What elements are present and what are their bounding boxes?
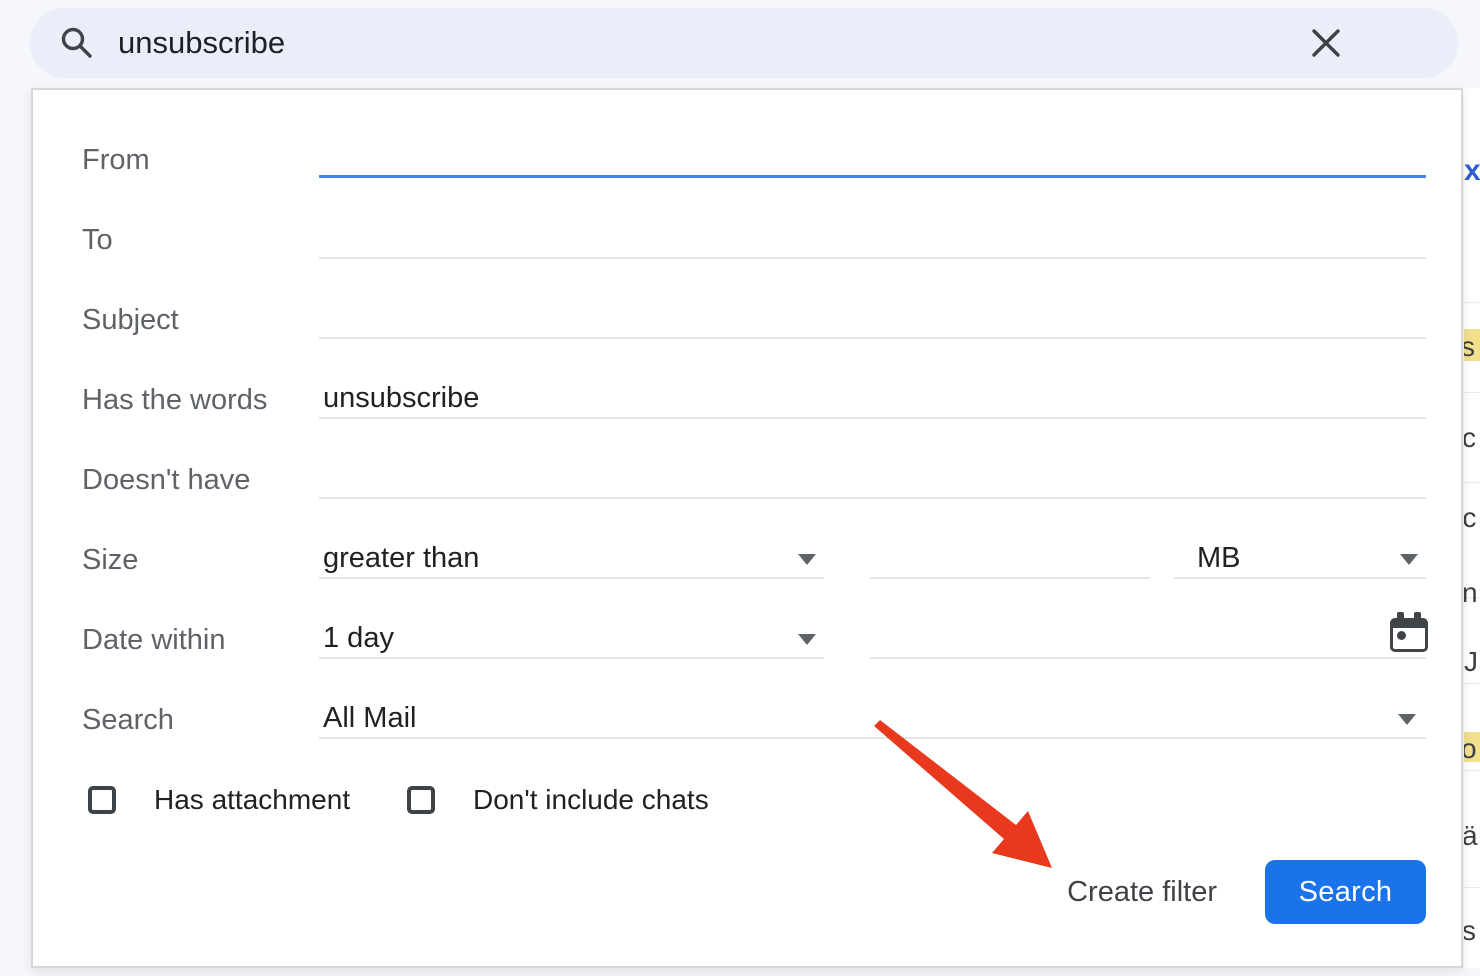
chevron-down-icon[interactable] [1400, 554, 1418, 565]
subject-label: Subject [82, 303, 179, 337]
background-fragment: 'c [1464, 502, 1476, 534]
row-divider [1464, 482, 1480, 483]
from-label: From [82, 143, 150, 177]
chevron-down-icon[interactable] [798, 554, 816, 565]
calendar-dot [1397, 631, 1406, 640]
row-divider [1464, 683, 1480, 684]
to-input[interactable] [319, 221, 1426, 259]
row-divider [1464, 302, 1480, 303]
row-divider [1464, 770, 1480, 771]
has-words-label: Has the words [82, 383, 267, 417]
search-query-text[interactable]: unsubscribe [118, 8, 285, 78]
background-fragment: s [1464, 915, 1476, 947]
background-fragment: c [1464, 422, 1476, 454]
search-button[interactable]: Search [1265, 860, 1426, 924]
search-scope-select[interactable]: All Mail [319, 701, 1426, 739]
background-fragment: s [1464, 331, 1475, 363]
size-unit-select[interactable]: MB [1174, 541, 1426, 579]
has-attachment-label: Has attachment [154, 783, 350, 817]
doesnt-have-input[interactable] [319, 461, 1426, 499]
date-range-select[interactable]: 1 day [319, 621, 824, 659]
calendar-icon[interactable] [1390, 618, 1428, 652]
exclude-chats-checkbox[interactable] [407, 786, 435, 814]
row-divider [1464, 887, 1480, 888]
doesnt-have-label: Doesn't have [82, 463, 250, 497]
size-label: Size [82, 543, 138, 577]
search-scope-label: Search [82, 703, 174, 737]
background-fragment: J [1464, 646, 1478, 678]
create-filter-button[interactable]: Create filter [1013, 874, 1217, 910]
search-bar[interactable]: unsubscribe [30, 8, 1458, 78]
search-icon [59, 25, 95, 61]
from-input[interactable] [319, 140, 1426, 178]
background-fragment: ä [1464, 820, 1478, 852]
subject-input[interactable] [319, 301, 1426, 339]
has-words-input[interactable] [319, 381, 1426, 419]
gmail-advanced-search-screen: x s c 'c n J o ä s unsubscribe From To S… [0, 0, 1480, 976]
close-icon[interactable] [1309, 26, 1343, 60]
chevron-down-icon[interactable] [1398, 714, 1416, 725]
to-label: To [82, 223, 113, 257]
date-input[interactable] [870, 621, 1426, 659]
date-within-label: Date within [82, 623, 225, 657]
exclude-chats-label: Don't include chats [473, 783, 709, 817]
chevron-down-icon[interactable] [798, 634, 816, 645]
background-fragment: x [1464, 154, 1480, 188]
size-amount-input[interactable] [870, 541, 1150, 579]
background-fragment: o [1464, 733, 1477, 765]
background-fragment: n [1464, 577, 1478, 609]
size-operator-select[interactable]: greater than [319, 541, 824, 579]
advanced-search-dialog: From To Subject Has the words Doesn't ha… [31, 88, 1463, 968]
has-attachment-checkbox[interactable] [88, 786, 116, 814]
background-email-list-strip: x s c 'c n J o ä s [1464, 88, 1480, 968]
row-divider [1464, 392, 1480, 393]
